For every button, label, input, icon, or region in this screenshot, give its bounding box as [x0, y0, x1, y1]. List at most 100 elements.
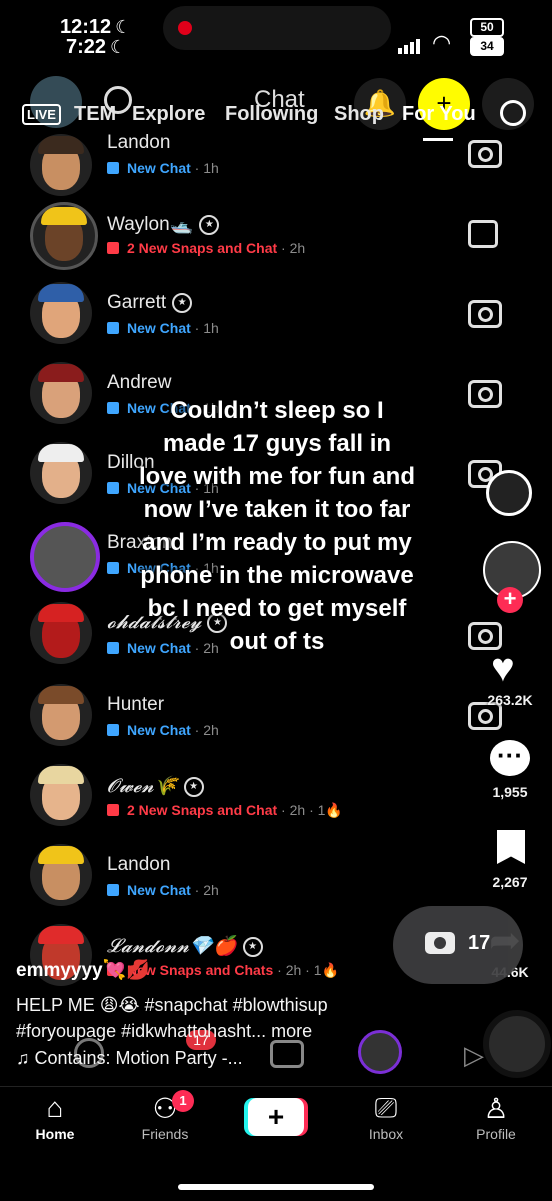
snap-icon: [107, 242, 119, 254]
chat-status: 2 New Snaps and Chat · 2h: [107, 240, 305, 256]
camera-icon: [468, 300, 502, 328]
play-icon: ▷: [464, 1040, 484, 1070]
avatar: [30, 522, 100, 592]
camera-icon: [468, 380, 502, 408]
create-plus-icon[interactable]: +: [248, 1098, 304, 1136]
contact-name: Landon: [107, 132, 171, 153]
camera-button[interactable]: [468, 380, 502, 410]
snap-icon: [107, 804, 119, 816]
avatar: [30, 282, 92, 344]
list-item[interactable]: Hunter New Chat · 2h: [20, 674, 490, 752]
moon-icon: ☾: [115, 17, 132, 37]
snap-camera-bubble[interactable]: [393, 906, 523, 984]
tab-friends[interactable]: ⚇ Friends: [115, 1092, 215, 1142]
post-description: HELP ME 😩😭 #snapchat #blowthisup #foryou…: [16, 992, 456, 1044]
chat-icon: [107, 402, 119, 414]
avatar: [30, 602, 92, 664]
chat-status: New Chat · 2h: [107, 722, 219, 738]
status-time-secondary: 7:22 ☾: [66, 36, 127, 58]
chat-status: New Chat · 1h: [107, 160, 219, 176]
chat-status: 2 New Snaps and Chat · 2h · 1🔥: [107, 802, 343, 819]
tab-explore[interactable]: Explore: [132, 103, 205, 126]
description-line[interactable]: #foryoupage #idkwhattohasht... more: [16, 1018, 456, 1044]
contact-name: Garrett ★: [107, 292, 193, 314]
list-item[interactable]: Garrett ★ New Chat · 1h: [20, 272, 490, 350]
post-username[interactable]: emmyyyy💘💋: [16, 958, 150, 982]
dynamic-island: [163, 6, 391, 50]
chat-icon: [107, 884, 119, 896]
tab-label: Home: [35, 1126, 75, 1142]
contact-name: Waylon🛥️ ★: [107, 212, 220, 236]
follow-button[interactable]: +: [497, 587, 523, 613]
star-badge-icon: ★: [172, 292, 193, 313]
comment-icon[interactable]: ···: [490, 740, 530, 776]
chat-icon: [107, 724, 119, 736]
tab-for-you[interactable]: For You: [402, 103, 476, 126]
list-item[interactable]: 𝓞𝔀𝓮𝓷🌾 ★ 2 New Snaps and Chat · 2h · 1🔥: [20, 754, 490, 832]
chat-icon: [107, 162, 119, 174]
home-indicator: [178, 1184, 374, 1190]
tab-label: Inbox: [368, 1126, 404, 1142]
list-item[interactable]: Waylon🛥️ ★ 2 New Snaps and Chat · 2h: [20, 192, 490, 270]
chat-icon: [107, 322, 119, 334]
camera-icon: [425, 932, 455, 954]
tab-tem[interactable]: TEM: [74, 103, 116, 126]
video-overlay-caption: Couldn’t sleep so I made 17 guys fall in…: [138, 397, 415, 655]
moon-icon: ☾: [110, 37, 127, 57]
comment-count: 1,955: [492, 784, 528, 800]
star-badge-icon: ★: [242, 936, 263, 957]
like-heart-icon[interactable]: ♥: [491, 648, 515, 688]
wifi-icon: ◠: [432, 30, 452, 55]
avatar: [30, 202, 98, 270]
avatar: [30, 844, 92, 906]
contact-name: Landon: [107, 854, 171, 875]
avatar: [30, 134, 92, 196]
camera-icon: [468, 140, 502, 168]
signal-icon: [398, 36, 422, 54]
music-disc-icon[interactable]: [483, 1010, 551, 1078]
camera-button[interactable]: [468, 140, 502, 170]
recording-dot-icon: [178, 21, 192, 35]
chat-status: New Chat · 1h: [107, 320, 219, 336]
contact-name: 𝓞𝔀𝓮𝓷🌾 ★: [107, 774, 204, 798]
save-count: 2,267: [492, 874, 528, 890]
profile-icon: ♙: [483, 1093, 509, 1124]
sync-icon[interactable]: [486, 470, 532, 516]
chat-bubble-icon: [468, 220, 498, 248]
tab-following[interactable]: Following: [225, 103, 318, 126]
camera-button[interactable]: [468, 300, 502, 330]
friends-notification-badge: 1: [172, 1090, 194, 1112]
avatar: [30, 684, 92, 746]
like-count: 263.2K: [487, 692, 533, 708]
avatar: [30, 764, 92, 826]
live-button[interactable]: LIVE: [22, 104, 61, 125]
chat-icon: [107, 482, 119, 494]
camera-bubble-count: 17: [468, 932, 491, 954]
avatar: [30, 362, 92, 424]
sound-label[interactable]: ♫ Contains: Motion Party -...: [16, 1048, 243, 1069]
tab-label: Profile: [476, 1126, 516, 1142]
description-line: HELP ME 😩😭 #snapchat #blowthisup: [16, 995, 328, 1015]
reply-button[interactable]: [468, 220, 502, 250]
chat-icon: [107, 562, 119, 574]
friends-icon: ⚇: [152, 1093, 178, 1124]
tab-shop[interactable]: Shop: [334, 103, 384, 126]
tab-profile[interactable]: ♙ Profile: [446, 1092, 546, 1142]
contact-name: 𝓛𝓪𝓷𝓭𝓸𝓷𝓷💎🍎 ★: [107, 934, 263, 958]
tab-home[interactable]: ⌂ Home: [5, 1092, 105, 1142]
chat-icon: [107, 642, 119, 654]
list-item[interactable]: Landon New Chat · 2h: [20, 834, 490, 912]
chat-status: New Chat · 2h: [107, 882, 219, 898]
search-icon[interactable]: [500, 100, 526, 126]
contact-name: Hunter: [107, 694, 165, 715]
tab-label: Friends: [141, 1126, 189, 1142]
contact-name: Andrew: [107, 372, 172, 393]
battery-secondary: 34: [470, 37, 504, 56]
bookmark-icon[interactable]: [497, 830, 525, 864]
tab-inbox[interactable]: ⎚ Inbox: [336, 1092, 436, 1142]
inbox-icon: ⎚: [374, 1092, 398, 1123]
camera-icon: [270, 1040, 304, 1068]
star-badge-icon: ★: [199, 214, 220, 235]
avatar: [30, 442, 92, 504]
star-badge-icon: ★: [183, 776, 204, 797]
